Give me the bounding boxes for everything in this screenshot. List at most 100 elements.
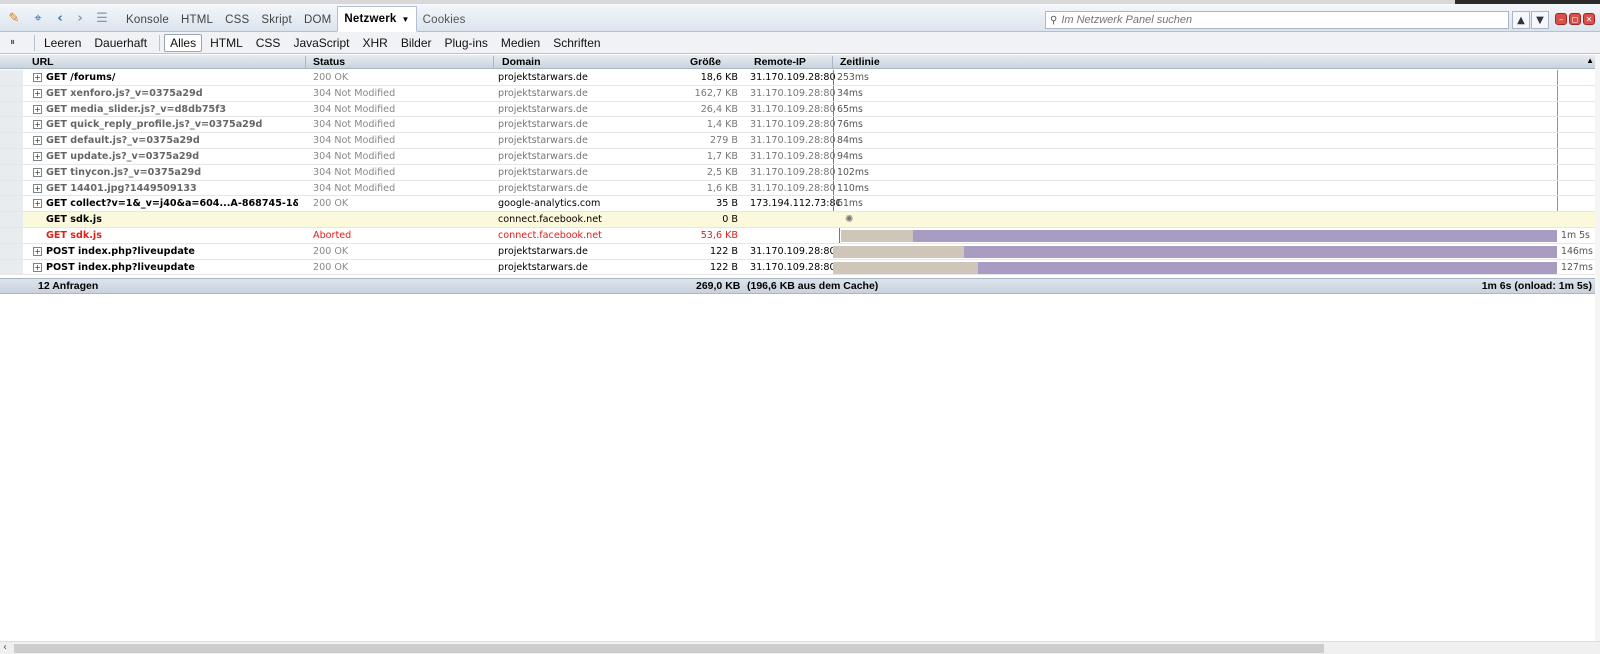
request-url: GET /forums/	[46, 72, 116, 83]
timeline-start-marker	[833, 164, 834, 180]
request-status: 304 Not Modified	[313, 150, 396, 162]
clear-button[interactable]: Leeren	[39, 35, 86, 51]
network-filter-bar: ⏸ Leeren Dauerhaft Alles HTML CSS JavaSc…	[0, 32, 1600, 54]
column-divider[interactable]	[305, 56, 306, 68]
detach-button[interactable]: ◻	[1569, 13, 1581, 25]
expand-icon[interactable]: +	[33, 151, 42, 161]
request-size: 1,4 KB	[706, 119, 738, 131]
sort-arrow-icon[interactable]: ▲	[1586, 56, 1594, 65]
request-remote-ip: 31.170.109.28:80	[750, 135, 836, 147]
timeline-start-marker	[833, 70, 834, 85]
timeline-cell: 61ms	[833, 196, 1558, 212]
divider	[34, 34, 35, 51]
vertical-scrollbar[interactable]	[1595, 55, 1600, 641]
network-search-input[interactable]	[1061, 14, 1482, 26]
expand-icon[interactable]: +	[33, 104, 42, 114]
expand-icon[interactable]: +	[33, 73, 42, 82]
search-next-button[interactable]: ▼	[1531, 11, 1549, 29]
filter-media[interactable]: Medien	[496, 35, 545, 51]
firebug-bug-icon[interactable]: ✎	[6, 10, 22, 26]
chevron-down-icon: ▼	[1536, 14, 1544, 26]
request-list: + GET /forums/ 200 OK projektstarwars.de…	[0, 70, 1600, 276]
table-row[interactable]: GET sdk.js Aborted connect.facebook.net …	[0, 227, 1600, 244]
request-status: 200 OK	[313, 261, 349, 273]
expand-icon[interactable]: +	[33, 183, 42, 193]
timeline-duration: 102ms	[837, 166, 869, 178]
filter-xhr[interactable]: XHR	[357, 35, 392, 51]
scroll-left-icon[interactable]: ‹	[3, 642, 7, 653]
command-line-icon[interactable]: ☰	[94, 10, 110, 26]
onload-marker	[1557, 196, 1558, 212]
expand-icon[interactable]: +	[33, 136, 42, 146]
filter-fonts[interactable]: Schriften	[548, 35, 605, 51]
table-row[interactable]: + GET quick_reply_profile.js?_v=0375a29d…	[0, 117, 1600, 134]
request-size: 1,6 KB	[706, 182, 738, 194]
expand-icon[interactable]: +	[33, 262, 42, 272]
timeline-cell: 127ms	[833, 260, 1593, 275]
column-header-size[interactable]: Größe	[690, 56, 721, 68]
table-row[interactable]: + GET xenforo.js?_v=0375a29d 304 Not Mod…	[0, 85, 1600, 102]
table-row[interactable]: + GET /forums/ 200 OK projektstarwars.de…	[0, 70, 1600, 86]
column-divider[interactable]	[832, 56, 833, 68]
request-status: 304 Not Modified	[313, 135, 396, 147]
table-row[interactable]: + POST index.php?liveupdate 200 OK proje…	[0, 259, 1600, 276]
table-row[interactable]: GET sdk.js connect.facebook.net 0 B ✺	[0, 212, 1600, 228]
row-gutter	[0, 227, 23, 243]
horizontal-scrollbar[interactable]: ‹	[0, 641, 1600, 654]
tab-css[interactable]: CSS	[219, 8, 255, 32]
timeline-cell: 94ms	[833, 148, 1558, 164]
column-header-url[interactable]: URL	[32, 56, 54, 68]
filter-all[interactable]: Alles	[164, 33, 203, 52]
back-arrow-icon[interactable]: ‹	[52, 10, 68, 26]
column-divider[interactable]	[493, 56, 494, 68]
column-header-remote-ip[interactable]: Remote-IP	[754, 56, 806, 68]
column-header-status[interactable]: Status	[313, 56, 345, 68]
expand-icon[interactable]: +	[33, 120, 42, 130]
expand-icon[interactable]: +	[33, 88, 42, 98]
tab-html[interactable]: HTML	[175, 8, 219, 32]
filter-javascript[interactable]: JavaScript	[288, 35, 354, 51]
scrollbar-thumb[interactable]	[14, 644, 1324, 653]
search-previous-button[interactable]: ▲	[1512, 11, 1530, 29]
pause-icon[interactable]: ⏸	[10, 37, 24, 48]
tab-cookies[interactable]: Cookies	[417, 8, 472, 32]
request-remote-ip: 31.170.109.28:80	[750, 119, 836, 131]
tab-skript[interactable]: Skript	[255, 8, 298, 32]
table-row[interactable]: + GET update.js?_v=0375a29d 304 Not Modi…	[0, 148, 1600, 165]
filter-plugins[interactable]: Plug-ins	[440, 35, 493, 51]
table-row[interactable]: + GET tinycon.js?_v=0375a29d 304 Not Mod…	[0, 164, 1600, 181]
onload-marker	[1557, 85, 1558, 101]
timeline-duration: 94ms	[837, 150, 863, 162]
minimize-button[interactable]: –	[1555, 13, 1567, 25]
request-remote-ip: 31.170.109.28:80	[750, 261, 836, 273]
tab-dom[interactable]: DOM	[298, 8, 337, 32]
inspect-element-icon[interactable]: ⌖	[30, 10, 46, 26]
row-gutter	[0, 70, 23, 85]
column-header-timeline[interactable]: Zeitlinie	[840, 56, 880, 68]
column-header-domain[interactable]: Domain	[502, 56, 541, 68]
filter-images[interactable]: Bilder	[396, 35, 437, 51]
table-row[interactable]: + GET 14401.jpg?1449509133 304 Not Modif…	[0, 180, 1600, 197]
timeline-receiving-bar	[913, 229, 1557, 242]
table-row[interactable]: + GET collect?v=1&_v=j40&a=604...A-86874…	[0, 196, 1600, 213]
table-row[interactable]: + GET media_slider.js?_v=d8db75f3 304 No…	[0, 101, 1600, 118]
tab-netzwerk[interactable]: Netzwerk ▼	[337, 6, 417, 32]
filter-css[interactable]: CSS	[251, 35, 286, 51]
expand-icon[interactable]: +	[33, 199, 42, 209]
request-size: 122 B	[710, 261, 738, 273]
dropdown-caret-icon[interactable]: ▼	[401, 15, 409, 24]
timeline-cell: ✺	[833, 212, 1558, 227]
filter-html[interactable]: HTML	[205, 35, 248, 51]
expand-icon[interactable]: +	[33, 167, 42, 177]
row-gutter	[0, 117, 23, 133]
timeline-duration: 1m 5s	[1561, 229, 1590, 241]
timeline-duration: 110ms	[837, 182, 869, 194]
table-row[interactable]: + GET default.js?_v=0375a29d 304 Not Mod…	[0, 133, 1600, 149]
persist-button[interactable]: Dauerhaft	[89, 35, 152, 51]
expand-icon[interactable]: +	[33, 246, 42, 256]
table-row[interactable]: + POST index.php?liveupdate 200 OK proje…	[0, 243, 1600, 260]
forward-arrow-icon[interactable]: ›	[72, 10, 88, 26]
tab-konsole[interactable]: Konsole	[120, 8, 175, 32]
close-button[interactable]: ✕	[1583, 13, 1595, 25]
timeline-duration: 65ms	[837, 103, 863, 115]
